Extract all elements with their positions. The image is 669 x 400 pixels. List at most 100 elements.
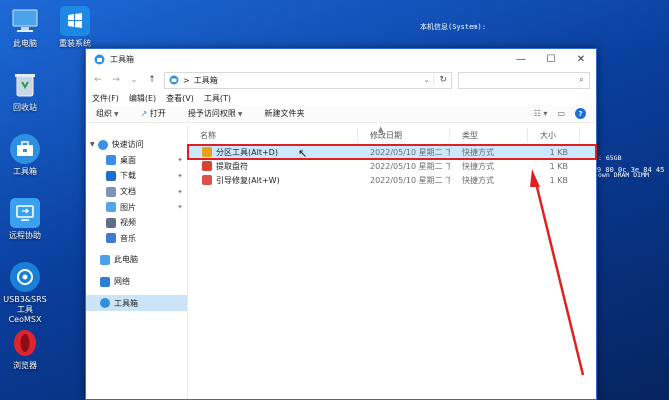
- toolbox-icon: [94, 54, 105, 64]
- file-size: 1 KB: [549, 161, 568, 171]
- documents-folder-icon: [106, 186, 116, 197]
- window-body: ▼ 快速访问 桌面 ✦ 下载 ✦ 文档 ✦ 图片 ✦ 视频 音乐 此电脑 网络 …: [86, 125, 597, 399]
- breadcrumb-toolbox[interactable]: 工具箱: [194, 75, 218, 86]
- file-name: 引导修复(Alt+W): [216, 175, 280, 185]
- arrow-line: [534, 182, 585, 376]
- nav-label: 图片: [120, 202, 136, 212]
- title-bar: 工具箱 — ☐ ✕: [86, 49, 596, 69]
- file-rows: 分区工具(Alt+D)2022/05/10 星期二 下...快捷方式1 KB↖提…: [187, 144, 597, 187]
- nav-item-music[interactable]: 音乐: [86, 231, 187, 247]
- open-label: 打开: [149, 109, 166, 118]
- pin-icon[interactable]: ✦: [177, 156, 183, 164]
- chevron-down-icon: ▼: [114, 111, 119, 118]
- menu-bar: 文件(F) 编辑(E) 查看(V) 工具(T): [86, 91, 596, 105]
- sysinfo-line: 本机信息(System):: [420, 23, 486, 31]
- pin-icon[interactable]: ✦: [177, 188, 183, 196]
- nav-quick-access[interactable]: ▼ 快速访问: [86, 137, 187, 153]
- preview-pane-icon[interactable]: ▭: [557, 109, 565, 118]
- close-button[interactable]: ✕: [566, 49, 596, 69]
- column-name[interactable]: 名称: [188, 128, 358, 142]
- nav-item-this-pc[interactable]: 此电脑: [86, 252, 187, 268]
- up-button[interactable]: ↑: [146, 75, 158, 85]
- toolbox-icon: [100, 298, 110, 309]
- back-button[interactable]: ←: [92, 75, 104, 85]
- file-row[interactable]: 引导修复(Alt+W) 2022/05/10 星期二 下... 快捷方式 1 KB: [188, 173, 596, 187]
- forward-button[interactable]: →: [110, 75, 122, 85]
- nav-label: 音乐: [120, 233, 136, 243]
- file-name-cell: 分区工具(Alt+D): [188, 147, 358, 158]
- nav-label: 工具箱: [114, 298, 138, 308]
- nav-label: 桌面: [120, 155, 136, 165]
- music-folder-icon: [106, 233, 116, 244]
- share-button[interactable]: 授予访问权限 ▼: [188, 108, 243, 119]
- file-size: 1 KB: [549, 147, 568, 157]
- nav-item-downloads[interactable]: 下载 ✦: [86, 168, 187, 184]
- minimize-button[interactable]: —: [506, 49, 536, 69]
- desktop-icon-recycle-bin[interactable]: 回收站: [2, 70, 48, 113]
- nav-item-pictures[interactable]: 图片 ✦: [86, 199, 187, 215]
- nav-label: 文档: [120, 187, 136, 197]
- reinstall-icon: [60, 6, 90, 36]
- breadcrumb-separator: >: [183, 75, 190, 85]
- nav-item-videos[interactable]: 视频: [86, 215, 187, 231]
- shortcut-icon: [202, 147, 212, 157]
- opera-browser-icon: [10, 328, 40, 358]
- recent-dropdown-icon[interactable]: ⌄: [128, 75, 140, 85]
- refresh-icon[interactable]: ↻: [433, 75, 447, 85]
- column-size[interactable]: 大小: [528, 128, 580, 142]
- desktop-icon-label: 工具箱: [13, 167, 37, 176]
- open-icon: ↗: [140, 109, 150, 118]
- computer-icon: [100, 254, 110, 265]
- search-input[interactable]: ⌕: [458, 71, 590, 89]
- nav-item-documents[interactable]: 文档 ✦: [86, 184, 187, 200]
- nav-item-toolbox[interactable]: 工具箱: [86, 295, 187, 311]
- star-icon: [97, 139, 108, 150]
- download-folder-icon: [106, 170, 116, 181]
- file-type: 快捷方式: [462, 175, 494, 185]
- file-name: 提取盘符: [216, 161, 248, 171]
- file-size: 1 KB: [549, 175, 568, 185]
- address-dropdown-icon[interactable]: ⌄: [424, 76, 430, 84]
- computer-icon: [10, 6, 40, 36]
- expand-icon[interactable]: ▼: [90, 141, 95, 148]
- desktop-icon-remote-assist[interactable]: 远程协助: [2, 198, 48, 241]
- help-icon[interactable]: ?: [575, 108, 586, 119]
- desktop-icon-usb-tool[interactable]: USB3&SRS 工具CeoMSX: [2, 262, 48, 325]
- file-name-cell: 引导修复(Alt+W): [188, 175, 358, 186]
- nav-item-desktop[interactable]: 桌面 ✦: [86, 153, 187, 169]
- column-type[interactable]: 类型: [450, 128, 528, 142]
- file-row[interactable]: 分区工具(Alt+D)2022/05/10 星期二 下...快捷方式1 KB↖: [187, 144, 597, 160]
- menu-view[interactable]: 查看(V): [166, 93, 194, 104]
- videos-folder-icon: [106, 217, 116, 228]
- desktop-icon-label: USB3&SRS 工具CeoMSX: [3, 295, 47, 324]
- recycle-bin-icon: [10, 70, 40, 100]
- desktop-icon-this-pc[interactable]: 此电脑: [2, 6, 48, 49]
- desktop-icon-label: 此电脑: [13, 39, 37, 48]
- file-date: 2022/05/10 星期二 下...: [370, 161, 450, 171]
- file-type: 快捷方式: [462, 147, 494, 157]
- desktop-icon-label: 远程协助: [9, 231, 41, 240]
- desktop-folder-icon: [106, 155, 116, 166]
- file-date: 2022/05/10 星期二 下...: [370, 147, 450, 157]
- menu-file[interactable]: 文件(F): [92, 93, 119, 104]
- view-options-icon[interactable]: ☷ ▾: [534, 109, 548, 118]
- window-title: 工具箱: [110, 54, 134, 64]
- nav-label: 下载: [120, 171, 136, 181]
- organize-button[interactable]: 组织 ▼: [96, 108, 119, 119]
- menu-tools[interactable]: 工具(T): [204, 93, 231, 104]
- file-name-cell: 提取盘符: [188, 161, 358, 172]
- pin-icon[interactable]: ✦: [177, 203, 183, 211]
- open-button[interactable]: ↗ 打开: [141, 108, 166, 119]
- maximize-button[interactable]: ☐: [536, 49, 566, 69]
- pin-icon[interactable]: ✦: [177, 172, 183, 180]
- desktop-icon-label: 回收站: [13, 103, 37, 112]
- file-row[interactable]: 提取盘符 2022/05/10 星期二 下... 快捷方式 1 KB: [188, 159, 596, 173]
- new-folder-button[interactable]: 新建文件夹: [265, 108, 305, 119]
- desktop-icon-reinstall[interactable]: 重装系统: [52, 6, 98, 49]
- desktop-icon-toolbox[interactable]: 工具箱: [2, 134, 48, 177]
- column-date[interactable]: 修改日期: [358, 128, 450, 142]
- nav-item-network[interactable]: 网络: [86, 274, 187, 290]
- menu-edit[interactable]: 编辑(E): [129, 93, 156, 104]
- address-bar[interactable]: > 工具箱 ⌄ ↻: [164, 71, 452, 89]
- desktop-icon-browser[interactable]: 浏览器: [2, 328, 48, 371]
